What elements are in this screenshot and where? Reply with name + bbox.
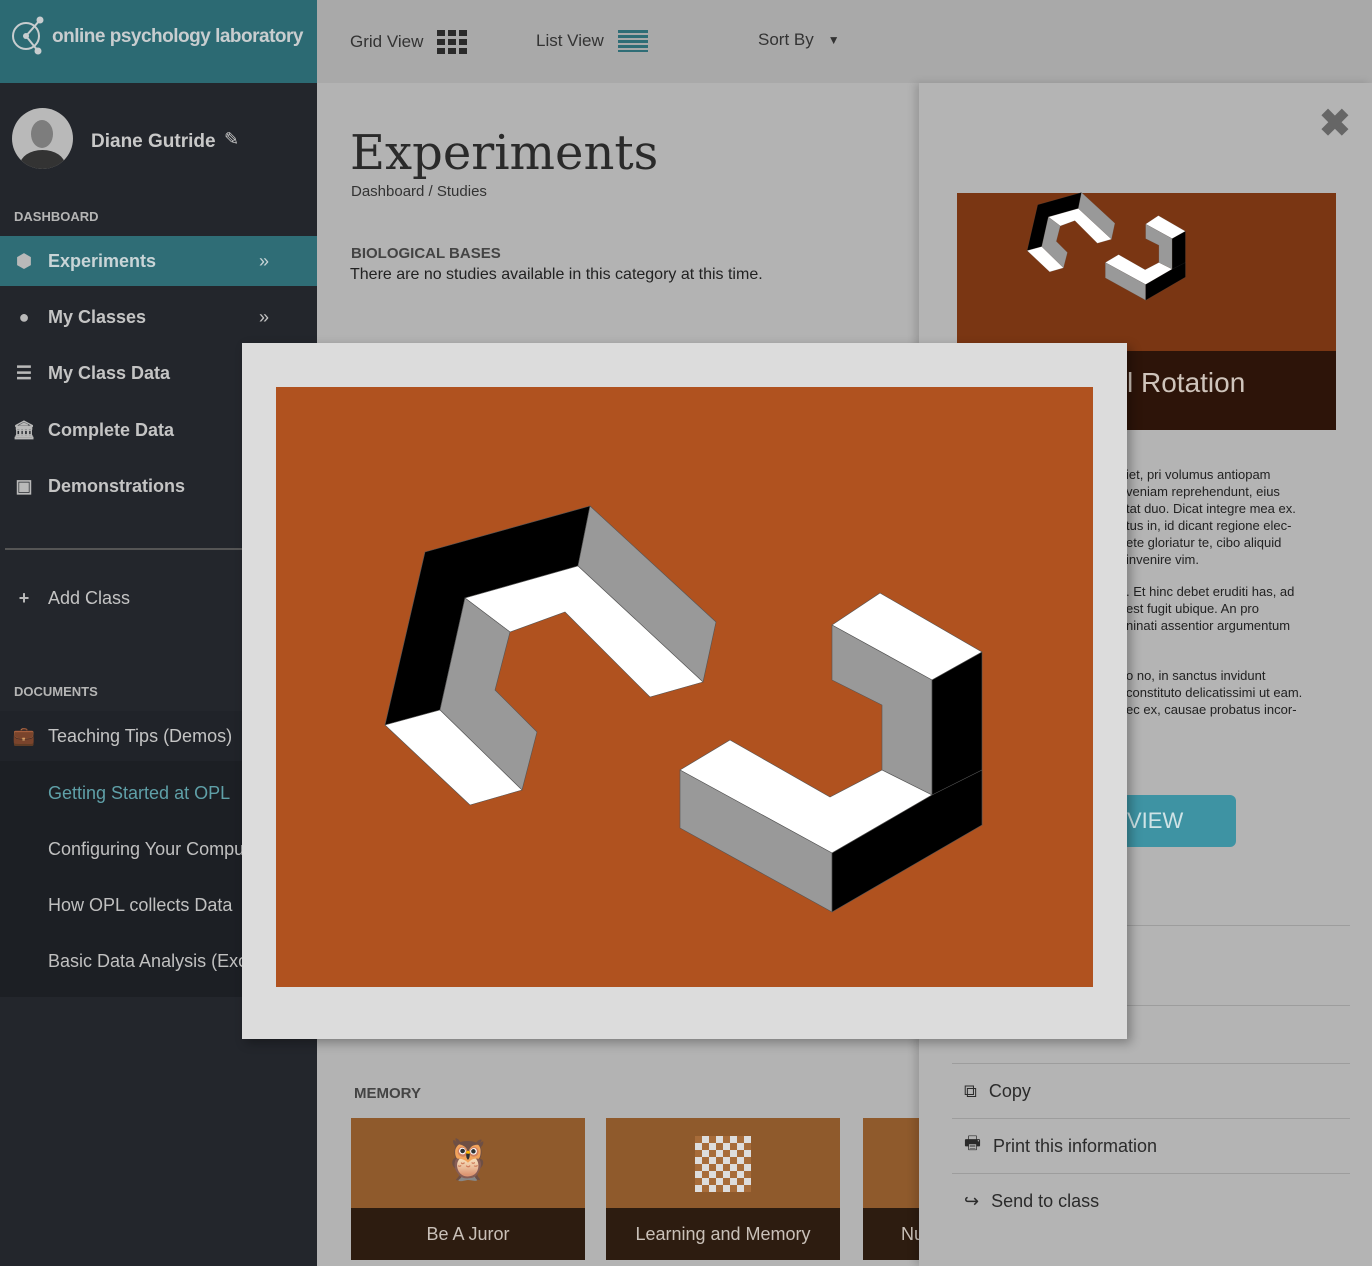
action-label: Print this information [993,1135,1158,1156]
close-icon[interactable]: ✖ [1319,101,1351,146]
card-label: Be A Juror [351,1208,585,1260]
copy-action[interactable]: ⧉ Copy [952,1063,1350,1118]
print-icon: 🖶 [964,1133,981,1153]
apple-icon: ● [18,306,30,327]
sidebar-item-label: My Classes [48,306,147,327]
send-to-class-action[interactable]: ↪ Send to class [952,1173,1350,1228]
chevron-right-icon: » [258,250,269,271]
play-square-icon: ▣ [15,475,33,496]
doc-link[interactable]: Basic Data Analysis (Exc [48,951,247,972]
add-class-label: Add Class [48,587,131,608]
rotation-cubes-image [276,387,1093,987]
action-label: Send to class [991,1190,1100,1211]
doc-link[interactable]: Getting Started at OPL [48,783,230,804]
sidebar-item-my-classes[interactable]: ● My Classes » [0,292,317,342]
divider [5,548,245,550]
sort-by-label: Sort By [758,30,814,49]
caret-down-icon: ▼ [827,33,840,47]
description-paragraph: . Et hinc debet eruditi has, ad est fugit… [1126,584,1295,633]
logo-bar[interactable]: online psychology laboratory [0,0,317,83]
action-label: Copy [988,1080,1031,1101]
toolbar: Grid View List View Sort By ▼ [317,0,1372,83]
lightbox-image [276,387,1093,987]
grid-view-button[interactable]: Grid View [350,30,468,54]
bank-icon: 🏛 [12,419,36,440]
owl-icon: 🦉 [443,1138,493,1182]
share-icon: ↪ [964,1190,980,1211]
sidebar-item-experiments[interactable]: ⬢ Experiments » [0,236,317,286]
image-lightbox[interactable] [242,343,1127,1039]
card-label: Nu [863,1208,919,1260]
database-icon: ☰ [15,362,33,383]
description-paragraph: iet, pri volumus antiopam veniam reprehen… [1126,467,1296,567]
list-view-label: List View [536,31,604,50]
edit-pencil-icon[interactable]: ✎ [224,129,239,150]
logo-text: online psychology laboratory [52,26,304,47]
cube-icon: ⬢ [16,250,32,271]
list-view-button[interactable]: List View [536,30,648,52]
documents-heading: DOCUMENTS [14,684,98,699]
empty-message: There are no studies available in this c… [350,266,763,283]
logo-icon [12,16,44,55]
chevron-right-icon: » [258,306,269,327]
rotation-cubes-image [1017,183,1257,359]
study-card[interactable]: Nu [863,1118,919,1260]
plus-icon: + [18,587,30,608]
checkerboard-icon [695,1136,751,1192]
sidebar-item-label: Complete Data [48,419,175,440]
dashboard-heading: DASHBOARD [14,209,99,224]
avatar[interactable] [12,108,73,169]
breadcrumb[interactable]: Dashboard / Studies [351,183,487,200]
grid-view-label: Grid View [350,32,424,51]
study-card[interactable]: 🦉 Be A Juror [351,1118,585,1260]
page-title: Experiments [350,125,659,181]
sidebar-item-label: Experiments [48,250,157,271]
sort-by-dropdown[interactable]: Sort By ▼ [758,30,840,50]
section-heading: MEMORY [354,1085,421,1102]
doc-link[interactable]: Configuring Your Compu [48,839,244,860]
view-button[interactable]: VIEW [1115,795,1236,847]
study-card[interactable]: Learning and Memory [606,1118,840,1260]
sidebar-item-label: My Class Data [48,362,171,383]
grid-icon [437,30,468,54]
card-label: Learning and Memory [606,1208,840,1260]
briefcase-icon: 💼 [12,725,36,746]
doc-link[interactable]: How OPL collects Data [48,895,232,916]
copy-icon: ⧉ [964,1080,977,1101]
user-name: Diane Gutride [91,131,216,152]
print-action[interactable]: 🖶 Print this information [952,1118,1350,1173]
sidebar-item-label: Teaching Tips (Demos) [48,725,233,746]
description-paragraph: o no, in sanctus invidunt constituto deli… [1126,668,1303,717]
list-icon [617,30,648,52]
section-heading: BIOLOGICAL BASES [351,245,501,262]
sidebar-item-label: Demonstrations [48,475,186,496]
